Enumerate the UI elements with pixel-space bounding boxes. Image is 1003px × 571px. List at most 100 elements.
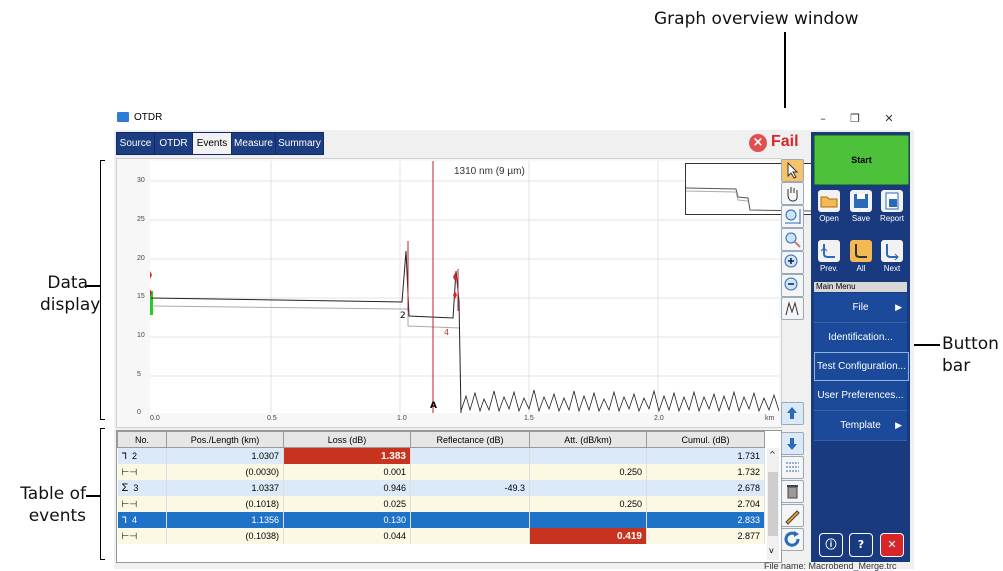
events-table[interactable]: No. Pos./Length (km) Loss (dB) Reflectan…	[116, 430, 782, 563]
cell-loss: 0.946	[283, 480, 411, 496]
restore-button[interactable]: ❐	[842, 110, 868, 128]
cell-pos: (0.1038)	[166, 528, 284, 544]
col-header[interactable]: No.	[117, 431, 167, 448]
tab-measure[interactable]: Measure	[231, 132, 276, 155]
tab-otdr[interactable]: OTDR	[154, 132, 193, 155]
section-icon: ⊢⊣	[121, 498, 138, 509]
cell-loss: 0.001	[283, 464, 411, 480]
fail-icon: ×	[749, 134, 767, 152]
cell-refl	[410, 464, 530, 480]
y-tick: 30	[137, 177, 145, 184]
col-header[interactable]: Pos./Length (km)	[166, 431, 284, 448]
y-tick: 0	[137, 409, 141, 416]
chevron-right-icon: ▶	[895, 302, 902, 312]
graph-panel[interactable]: 30 25 20 15 10 5 0 1310 nm (9 µm) 2 4 A …	[116, 158, 812, 428]
x-tick: 1.0	[397, 415, 407, 422]
tab-source[interactable]: Source	[116, 132, 155, 155]
cell-pos: 1.1356	[166, 512, 284, 528]
zoom-area-icon[interactable]	[781, 228, 804, 251]
menu-file-label: File	[852, 302, 869, 313]
next-button[interactable]: Next	[878, 240, 906, 274]
window-title: OTDR	[134, 112, 163, 123]
menu-template[interactable]: Template ▶	[814, 411, 907, 441]
event-list-icon[interactable]	[781, 456, 804, 479]
cell-pos: (0.0030)	[166, 464, 284, 480]
x-tick: 0.0	[150, 415, 160, 422]
table-scrollbar[interactable]: ^ v	[767, 448, 779, 560]
tab-summary[interactable]: Summary	[275, 132, 324, 155]
cell-att	[529, 447, 647, 464]
col-header[interactable]: Att. (dB/km)	[529, 431, 647, 448]
table-row[interactable]: ⊢⊣ (0.1038) 0.044 0.419 2.877	[117, 528, 765, 544]
cell-loss: 0.130	[283, 512, 411, 528]
save-button[interactable]: Save	[847, 190, 875, 224]
x-tick: 2.0	[654, 415, 664, 422]
delete-icon[interactable]	[781, 480, 804, 503]
pointer-icon[interactable]	[781, 159, 804, 182]
open-button[interactable]: Open	[815, 190, 843, 224]
zoom-out-icon[interactable]	[781, 274, 804, 297]
marker-a-label[interactable]: A	[430, 401, 437, 411]
start-button[interactable]: Start	[814, 135, 909, 185]
next-trace-icon	[881, 240, 903, 262]
pan-hand-icon[interactable]	[781, 182, 804, 205]
table-row[interactable]: ⊢⊣ (0.0030) 0.001 0.250 1.732	[117, 464, 765, 480]
menu-test-configuration[interactable]: Test Configuration...	[814, 352, 909, 381]
open-label: Open	[819, 214, 839, 223]
scroll-up-arrow-icon[interactable]: ^	[769, 450, 776, 459]
menu-user-preferences[interactable]: User Preferences...	[814, 381, 907, 411]
help-icon[interactable]: ?	[849, 533, 873, 557]
otdr-window: OTDR – ❐ ✕ Source OTDR Events Measure Su…	[114, 108, 914, 571]
edit-icon[interactable]	[781, 504, 804, 527]
y-tick: 15	[137, 293, 145, 300]
scroll-down-arrow-icon[interactable]: v	[769, 546, 774, 555]
scroll-up-icon[interactable]	[781, 402, 804, 425]
cell-refl	[410, 447, 530, 464]
zoom-in-icon[interactable]	[781, 251, 804, 274]
scroll-down-icon[interactable]	[781, 432, 804, 455]
cell-refl: -49.3	[410, 480, 530, 496]
col-header[interactable]: Cumul. (dB)	[646, 431, 765, 448]
all-button[interactable]: All	[847, 240, 875, 274]
exit-icon[interactable]: ✕	[880, 533, 904, 557]
cell-refl	[410, 512, 530, 528]
callout-graph-overview: Graph overview window	[654, 9, 859, 29]
cell-pos: 1.0337	[166, 480, 284, 496]
event-label: 2	[400, 311, 406, 321]
cell-refl	[410, 528, 530, 544]
table-row-selected[interactable]: ᒣ 4 1.1356 0.130 2.833	[117, 512, 765, 528]
callout-line	[86, 285, 100, 287]
minimize-button[interactable]: –	[810, 110, 836, 128]
table-header-row: No. Pos./Length (km) Loss (dB) Reflectan…	[117, 431, 765, 448]
main-menu-header: Main Menu	[814, 282, 907, 292]
info-icon[interactable]: ⓘ	[819, 533, 843, 557]
event-number: 3	[133, 483, 139, 493]
event-label: 4	[444, 328, 450, 337]
file-name-label: File name: Macrobend_Merge.trc	[764, 561, 897, 571]
menu-identification[interactable]: Identification...	[814, 323, 907, 353]
menu-file[interactable]: File ▶	[814, 293, 907, 323]
table-row[interactable]: Σ 3 1.0337 0.946 -49.3 2.678	[117, 480, 765, 496]
tab-events[interactable]: Events	[192, 132, 232, 155]
cell-cumul: 2.833	[646, 512, 765, 528]
prev-button[interactable]: Prev.	[815, 240, 843, 274]
cell-cumul: 2.678	[646, 480, 765, 496]
full-view-icon[interactable]	[781, 297, 804, 320]
y-tick: 5	[137, 371, 141, 378]
report-button[interactable]: Report	[878, 190, 906, 224]
next-label: Next	[883, 264, 901, 273]
trace-plot[interactable]: 1310 nm (9 µm) 2 4 A	[148, 161, 812, 414]
event-type-icon: ᒣ	[121, 514, 128, 525]
table-row[interactable]: ⊢⊣ (0.1018) 0.025 0.250 2.704	[117, 496, 765, 512]
report-label: Report	[879, 214, 904, 223]
cell-pos: (0.1018)	[166, 496, 284, 512]
zoom-fit-icon[interactable]	[781, 205, 804, 228]
close-button[interactable]: ✕	[876, 110, 902, 128]
col-header[interactable]: Reflectance (dB)	[410, 431, 530, 448]
cell-att	[529, 480, 647, 496]
event-number: 2	[132, 450, 138, 461]
refresh-icon[interactable]	[781, 528, 804, 551]
scroll-thumb[interactable]	[768, 472, 778, 536]
col-header[interactable]: Loss (dB)	[283, 431, 411, 448]
table-row[interactable]: ᒣ 2 1.0307 1.383 1.731	[117, 447, 765, 464]
